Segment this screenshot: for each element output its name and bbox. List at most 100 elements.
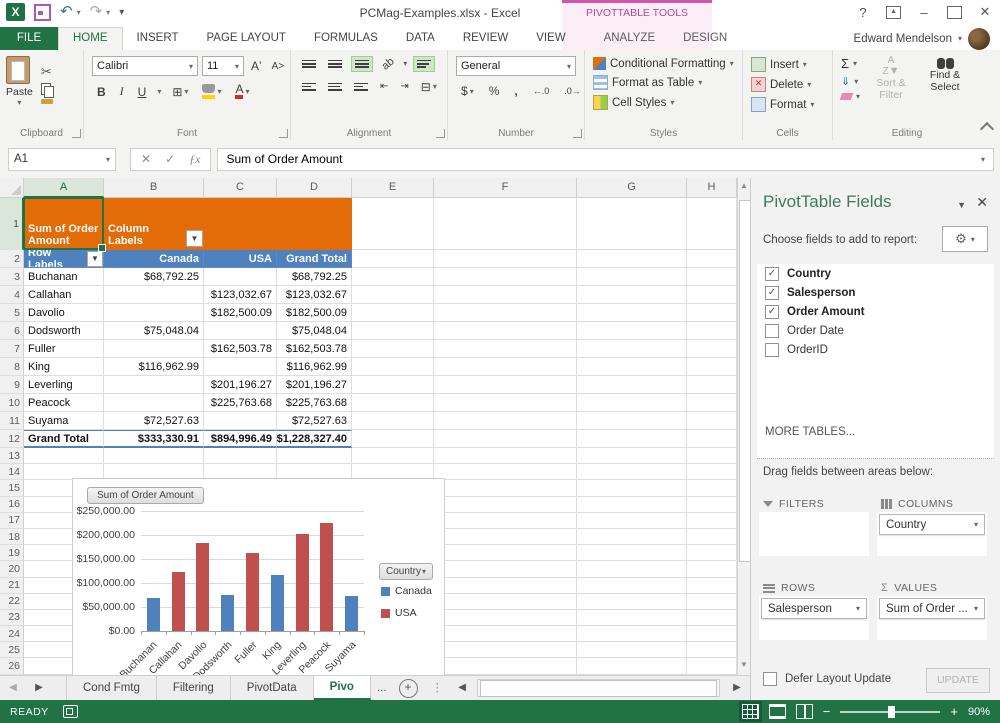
row-header-13[interactable]: 13: [0, 448, 24, 464]
paste-button[interactable]: Paste ▾: [6, 56, 33, 107]
row-header-25[interactable]: 25: [0, 642, 24, 658]
chart-field-button[interactable]: Sum of Order Amount: [87, 487, 204, 504]
pivot-value-total[interactable]: $123,032.67: [277, 286, 352, 304]
copy-icon[interactable]: [41, 83, 53, 96]
empty-cell[interactable]: [352, 304, 434, 322]
name-box[interactable]: A1▾: [8, 148, 116, 171]
clipboard-dialog-launcher-icon[interactable]: [72, 129, 81, 138]
area-field-country[interactable]: Country▾: [879, 514, 985, 535]
pivot-value-usa[interactable]: $225,763.68: [204, 394, 277, 412]
row-header-7[interactable]: 7: [0, 340, 24, 358]
autosum-icon[interactable]: Σ▾: [841, 56, 860, 71]
empty-cell[interactable]: [204, 448, 277, 464]
pivot-chart[interactable]: Sum of Order Amount $0.00$50,000.00$100,…: [72, 478, 445, 675]
row-header-8[interactable]: 8: [0, 358, 24, 376]
row-header-14[interactable]: 14: [0, 464, 24, 480]
area-box-columns[interactable]: Country▾: [877, 512, 987, 556]
chart-bar-peacock[interactable]: [320, 523, 333, 631]
percent-icon[interactable]: %: [486, 83, 503, 99]
clear-icon[interactable]: ▾: [841, 92, 860, 101]
zoom-in-icon[interactable]: +: [950, 704, 958, 719]
update-button[interactable]: UPDATE: [926, 668, 990, 693]
chart-bar-davolio[interactable]: [196, 543, 209, 631]
pivot-a1-cell[interactable]: Sum of Order Amount: [24, 198, 104, 250]
vertical-scrollbar[interactable]: ▲ ▼: [737, 178, 750, 675]
pivot-value-canada[interactable]: [104, 340, 204, 358]
redo-menu-icon[interactable]: ▾: [106, 8, 110, 17]
empty-cell[interactable]: [577, 626, 687, 642]
merge-center-icon[interactable]: ⊟▾: [418, 79, 440, 95]
align-center-icon[interactable]: [325, 80, 345, 94]
row-header-16[interactable]: 16: [0, 497, 24, 513]
empty-cell[interactable]: [104, 448, 204, 464]
empty-cell[interactable]: [577, 561, 687, 577]
field-checkbox[interactable]: [765, 324, 779, 338]
column-header-A[interactable]: A: [24, 178, 104, 198]
empty-cell[interactable]: [434, 658, 577, 674]
conditional-formatting-button[interactable]: Conditional Formatting▾: [593, 57, 742, 70]
cut-icon[interactable]: ✂: [41, 64, 53, 80]
underline-button[interactable]: U: [135, 84, 150, 100]
find-select-button[interactable]: Find & Select: [922, 56, 968, 101]
empty-cell[interactable]: [577, 198, 687, 250]
sheet-nav-left-icon[interactable]: ◀: [0, 676, 26, 700]
pivot-value-total[interactable]: $75,048.04: [277, 322, 352, 340]
column-header-H[interactable]: H: [687, 178, 737, 198]
column-header-B[interactable]: B: [104, 178, 204, 198]
empty-cell[interactable]: [434, 448, 577, 464]
sheet-tab-active[interactable]: Pivo: [314, 676, 371, 700]
pivot-row-label[interactable]: Davolio: [24, 304, 104, 322]
empty-cell[interactable]: [434, 545, 577, 561]
empty-cell[interactable]: [577, 610, 687, 626]
empty-cell[interactable]: [434, 304, 577, 322]
pane-options-icon[interactable]: ▼: [957, 200, 966, 210]
empty-cell[interactable]: [687, 286, 737, 304]
pane-close-icon[interactable]: ✕: [976, 194, 988, 211]
pivot-grand-total-cell[interactable]: $894,996.49: [204, 430, 277, 448]
pivot-row-label[interactable]: Peacock: [24, 394, 104, 412]
italic-button[interactable]: I: [117, 83, 127, 100]
sheet-tab-pivotdata[interactable]: PivotData: [231, 676, 314, 700]
empty-cell[interactable]: [687, 658, 737, 674]
row-header-17[interactable]: 17: [0, 513, 24, 529]
field-checkbox[interactable]: ✓: [765, 267, 779, 281]
pivot-value-canada[interactable]: [104, 304, 204, 322]
avatar[interactable]: [968, 28, 990, 50]
empty-cell[interactable]: [687, 358, 737, 376]
empty-cell[interactable]: [577, 394, 687, 412]
column-header-E[interactable]: E: [352, 178, 434, 198]
pivot-row-label[interactable]: Dodsworth: [24, 322, 104, 340]
currency-icon[interactable]: $▾: [458, 83, 477, 99]
hscroll-left-icon[interactable]: ◀: [449, 676, 475, 700]
empty-cell[interactable]: [434, 286, 577, 304]
empty-cell[interactable]: [577, 340, 687, 358]
pivot-value-total[interactable]: $225,763.68: [277, 394, 352, 412]
sheet-tab-filtering[interactable]: Filtering: [157, 676, 231, 700]
font-color-icon[interactable]: A▾: [232, 83, 252, 100]
empty-cell[interactable]: [687, 322, 737, 340]
excel-logo-icon[interactable]: X: [6, 3, 25, 21]
empty-cell[interactable]: [434, 250, 577, 268]
empty-cell[interactable]: [577, 322, 687, 340]
empty-cell[interactable]: [352, 412, 434, 430]
row-header-11[interactable]: 11: [0, 412, 24, 430]
empty-cell[interactable]: [577, 513, 687, 529]
undo-icon[interactable]: ↶: [60, 5, 73, 19]
borders-icon[interactable]: ⊞▾: [169, 84, 191, 100]
field-checkbox[interactable]: ✓: [765, 286, 779, 300]
row-header-2[interactable]: 2: [0, 250, 24, 268]
field-checkbox[interactable]: [765, 343, 779, 357]
pivot-value-total[interactable]: $68,792.25: [277, 268, 352, 286]
pivot-row-labels-cell[interactable]: Row Labels▼: [24, 250, 104, 268]
empty-cell[interactable]: [352, 376, 434, 394]
fill-icon[interactable]: ⇓▾: [841, 75, 860, 88]
empty-cell[interactable]: [434, 626, 577, 642]
page-break-view-icon[interactable]: [796, 704, 813, 719]
ribbon-display-options-icon[interactable]: ▲: [886, 6, 901, 19]
decrease-indent-icon[interactable]: ⇤: [377, 80, 391, 93]
empty-cell[interactable]: [687, 304, 737, 322]
empty-cell[interactable]: [352, 340, 434, 358]
row-header-4[interactable]: 4: [0, 286, 24, 304]
zoom-slider[interactable]: [840, 711, 940, 713]
decrease-decimal-icon[interactable]: .0→: [561, 85, 584, 97]
